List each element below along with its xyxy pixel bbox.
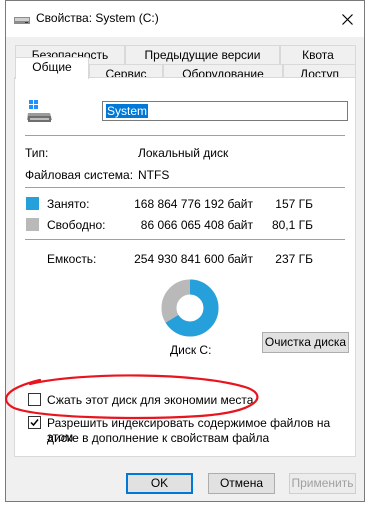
free-label: Свободно: (47, 218, 106, 232)
annotation-circle (5, 374, 259, 420)
close-icon (341, 13, 353, 25)
free-space-swatch (26, 218, 39, 231)
filesystem-value: NTFS (138, 168, 170, 182)
apply-button[interactable]: Применить (289, 473, 356, 494)
filesystem-label: Файловая система: (25, 168, 134, 182)
used-label: Занято: (47, 197, 90, 211)
capacity-size: 237 ГБ (275, 252, 313, 266)
disk-label: Диск C: (170, 343, 212, 357)
disk-cleanup-button[interactable]: Очистка диска (262, 332, 349, 353)
drive-name-value: System (106, 104, 149, 118)
tab-previous-versions[interactable]: Предыдущие версии (125, 45, 280, 64)
free-bytes: 86 066 065 408 байт (140, 218, 253, 232)
separator (25, 187, 345, 188)
index-label-line2: диске в дополнение к свойствам файла (47, 431, 270, 445)
drive-name-field[interactable]: System (102, 101, 348, 121)
capacity-bytes: 254 930 841 600 байт (134, 252, 253, 266)
used-space-swatch (26, 197, 39, 210)
ok-button[interactable]: OK (126, 473, 193, 494)
cancel-button[interactable]: Отмена (208, 473, 275, 494)
title-bar: Свойства: System (C:) (6, 1, 364, 37)
drive-icon (14, 17, 30, 24)
window-title: Свойства: System (C:) (36, 11, 159, 25)
disk-usage-donut (161, 279, 219, 337)
separator (25, 239, 345, 240)
free-size: 80,1 ГБ (271, 218, 313, 232)
type-value: Локальный диск (138, 146, 229, 160)
close-button[interactable] (330, 1, 364, 37)
tab-quota[interactable]: Квота (280, 45, 356, 64)
windows-drive-icon (27, 100, 52, 122)
separator (25, 135, 345, 136)
type-label: Тип: (25, 146, 49, 160)
used-bytes: 168 864 776 192 байт (134, 197, 253, 211)
used-size: 157 ГБ (275, 197, 313, 211)
tab-general[interactable]: Общие (15, 57, 89, 79)
capacity-label: Емкость: (47, 252, 97, 266)
